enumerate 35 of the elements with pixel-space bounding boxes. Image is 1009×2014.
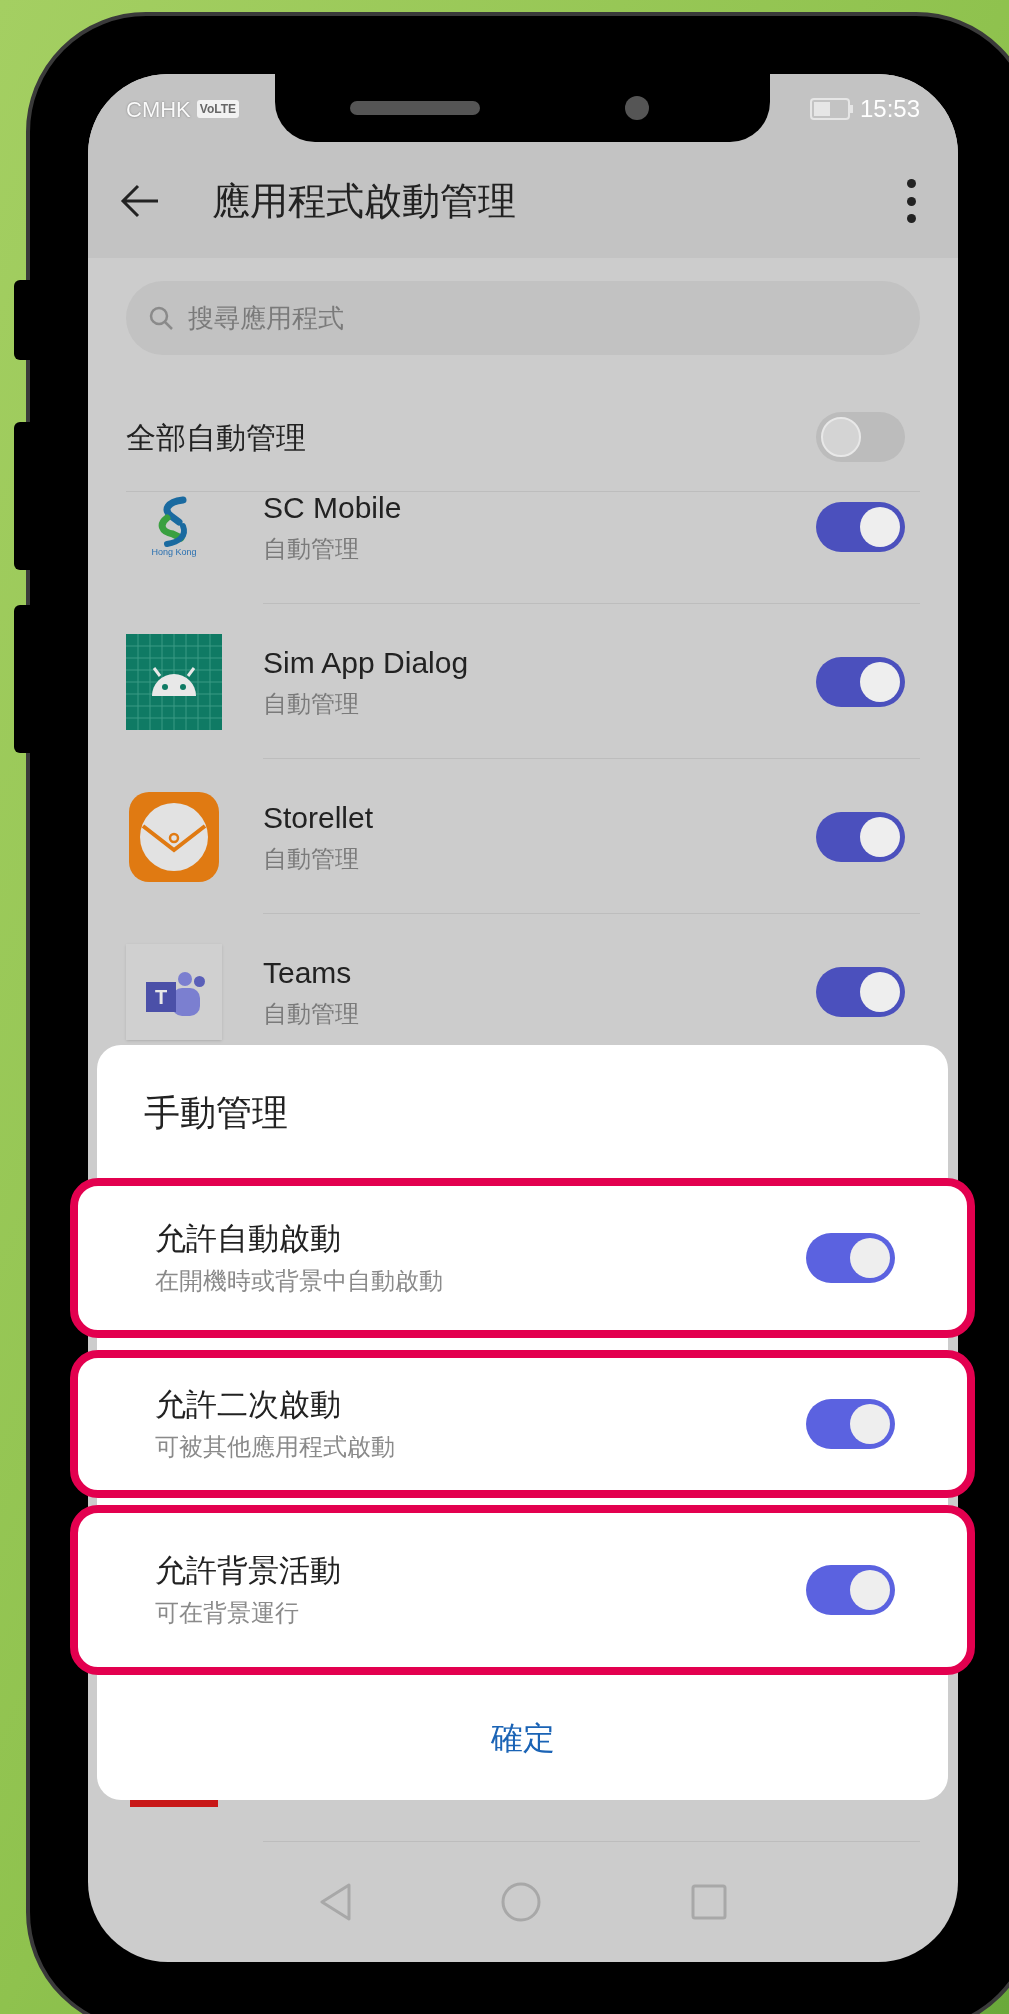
battery-icon [809, 98, 854, 120]
toggle-switch[interactable] [806, 1399, 895, 1449]
option-description: 可在背景運行 [155, 1598, 300, 1629]
dialog-title: 手動管理 [144, 1095, 289, 1135]
toggle-switch[interactable] [816, 412, 905, 462]
app-status: 自動管理 [263, 999, 360, 1030]
toggle-switch[interactable] [816, 656, 905, 707]
toggle-switch[interactable] [816, 966, 905, 1017]
android-app-icon [126, 633, 222, 730]
logo-caption: Hong Kong [151, 548, 197, 557]
toggle-switch[interactable] [806, 1233, 895, 1283]
toggle-switch[interactable] [816, 811, 905, 862]
page-title: 應用程式啟動管理 [212, 178, 516, 224]
app-status: 自動管理 [263, 689, 360, 720]
app-name: Teams [263, 954, 353, 991]
app-name: SC Mobile [263, 492, 403, 526]
app-status: 自動管理 [263, 844, 360, 875]
toggle-switch[interactable] [816, 501, 905, 552]
app-name: Storellet [263, 799, 375, 836]
network-badge: VoLTE [196, 100, 239, 118]
confirm-button[interactable]: 確定 [470, 1703, 575, 1772]
manage-all-label: 全部自動管理 [126, 419, 307, 456]
envelope-app-icon [129, 791, 219, 882]
option-description: 在開機時或背景中自動啟動 [155, 1266, 444, 1297]
logo-letter: T [146, 981, 176, 1012]
search-field[interactable]: 搜尋應用程式 [126, 281, 920, 355]
app-name: Sim App Dialog [263, 644, 470, 681]
clock: 15:53 [859, 94, 920, 124]
search-icon [148, 305, 174, 331]
app-status: 自動管理 [263, 534, 360, 565]
option-title: 允許背景活動 [155, 1551, 342, 1590]
option-title: 允許自動啟動 [155, 1219, 342, 1258]
option-description: 可被其他應用程式啟動 [155, 1432, 396, 1463]
option-title: 允許二次啟動 [155, 1385, 342, 1424]
toggle-switch[interactable] [806, 1565, 895, 1615]
